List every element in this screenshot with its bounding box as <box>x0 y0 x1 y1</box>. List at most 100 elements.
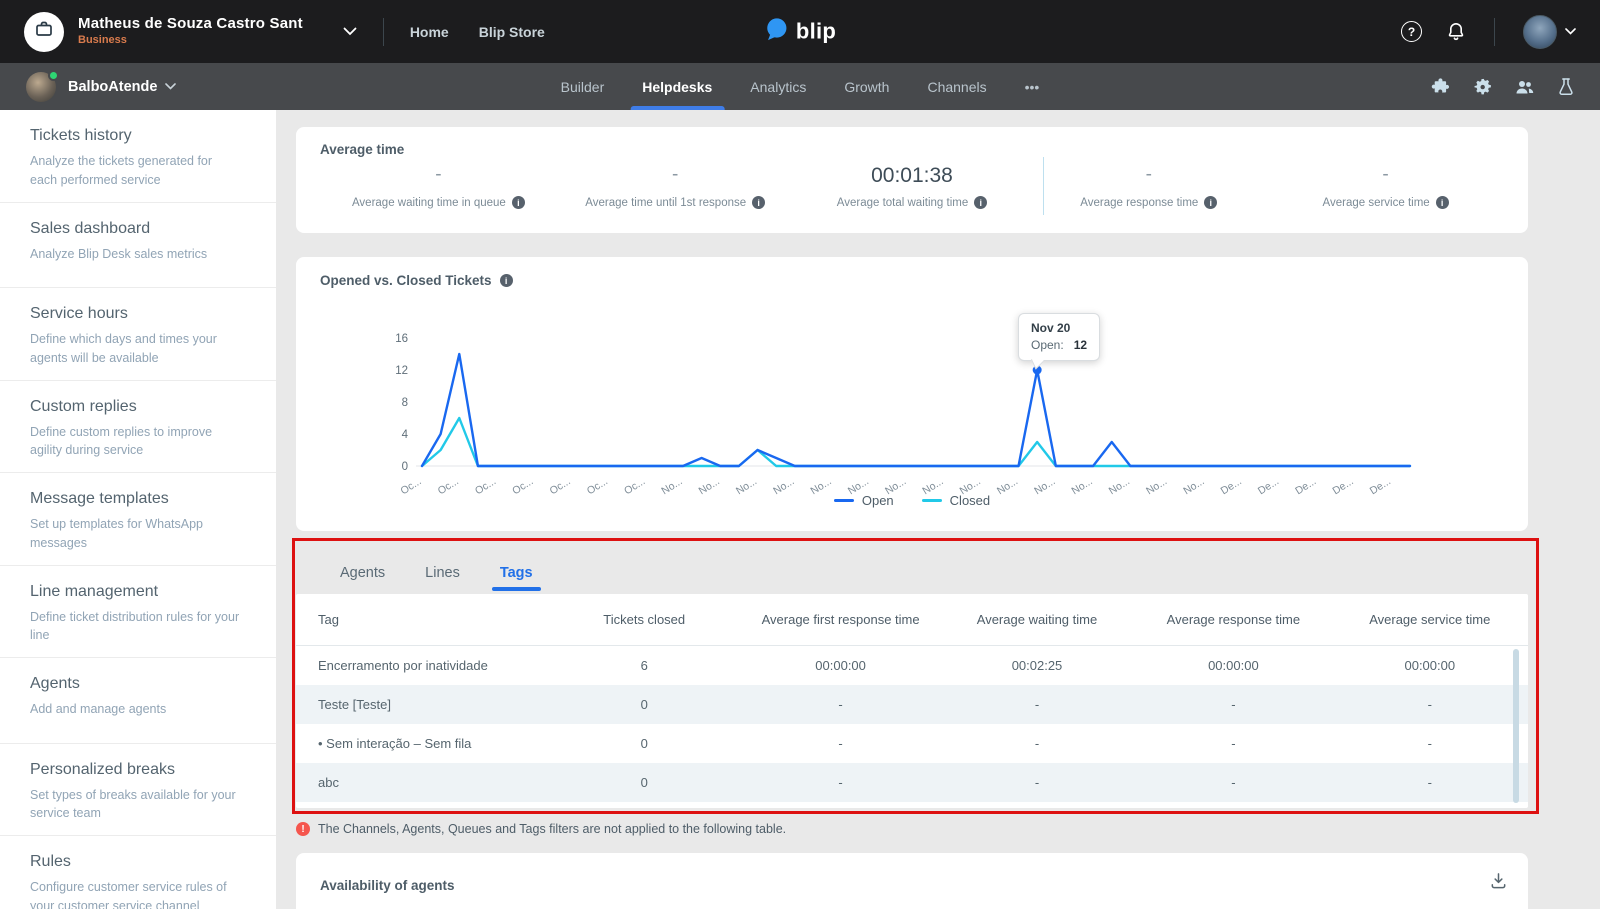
table-tab-agents[interactable]: Agents <box>340 552 385 594</box>
value-cell: - <box>742 697 938 712</box>
sidebar-item-rules[interactable]: RulesConfigure customer service rules of… <box>0 836 276 909</box>
sidebar-item-description: Analyze Blip Desk sales metrics <box>30 245 242 264</box>
sidebar-item-description: Set types of breaks available for your s… <box>30 786 242 824</box>
metric-value: - <box>557 164 794 196</box>
metric-label: Average total waiting timei <box>794 196 1031 209</box>
legend-item-open: Open <box>834 493 894 508</box>
tooltip-series-label: Open: <box>1031 338 1064 352</box>
table-row: • Sem interação – Sem fila0---- <box>296 724 1528 763</box>
info-icon[interactable]: i <box>1204 196 1217 209</box>
sidebar-item-title: Tickets history <box>30 127 246 145</box>
blip-logo: blip <box>764 16 836 47</box>
sidebar-item-tickets-history[interactable]: Tickets history Analyze the tickets gener… <box>0 110 276 203</box>
value-cell: - <box>939 697 1135 712</box>
metric-label-text: Average waiting time in queue <box>352 197 506 209</box>
svg-text:16: 16 <box>395 333 408 345</box>
value-cell: - <box>742 736 938 751</box>
value-cell: 6 <box>546 658 742 673</box>
bot-avatar[interactable] <box>26 72 56 102</box>
sidebar-item-agents[interactable]: AgentsAdd and manage agents <box>0 658 276 744</box>
metric-value: - <box>320 164 557 196</box>
user-chevron-down-icon <box>1565 28 1576 35</box>
table-tab-tags[interactable]: Tags <box>500 552 533 594</box>
sidebar-item-sales-dashboard[interactable]: Sales dashboardAnalyze Blip Desk sales m… <box>0 203 276 289</box>
sidebar-item-title: Custom replies <box>30 398 246 416</box>
value-cell: 0 <box>546 697 742 712</box>
svg-text:8: 8 <box>402 397 408 409</box>
tickets-table-tabs: Agents Lines Tags <box>296 552 1528 594</box>
help-icon[interactable]: ? <box>1401 21 1422 42</box>
plugin-puzzle-icon[interactable] <box>1431 77 1450 96</box>
legend-label: Closed <box>950 493 990 508</box>
value-cell: - <box>1135 697 1331 712</box>
tab-builder[interactable]: Builder <box>561 63 605 110</box>
sidebar-item-title: Line management <box>30 583 246 601</box>
bot-name[interactable]: BalboAtende <box>68 79 157 95</box>
table-row: abc0---- <box>296 763 1528 802</box>
metric-label: Average service time i <box>1267 196 1504 209</box>
tab-channels[interactable]: Channels <box>927 63 986 110</box>
sidebar-item-description: Define custom replies to improve agility… <box>30 423 242 461</box>
value-cell: - <box>1135 736 1331 751</box>
svg-text:0: 0 <box>402 461 408 473</box>
sidebar-item-title: Personalized breaks <box>30 761 246 779</box>
metric-label-text: Average service time <box>1323 197 1430 209</box>
table-row: Teste [Teste]0---- <box>296 685 1528 724</box>
table-tab-lines[interactable]: Lines <box>425 552 460 594</box>
tab-analytics[interactable]: Analytics <box>750 63 806 110</box>
tag-cell: Encerramento por inatividade <box>296 658 546 673</box>
lab-flask-icon[interactable] <box>1558 77 1574 96</box>
metric-value: 00:01:38 <box>794 164 1031 196</box>
tab-growth[interactable]: Growth <box>844 63 889 110</box>
legend-swatch <box>922 499 942 502</box>
account-type-badge: Business <box>78 34 303 48</box>
sidebar-item-service-hours[interactable]: Service hoursDefine which days and times… <box>0 288 276 381</box>
user-avatar <box>1523 15 1557 49</box>
bell-icon[interactable] <box>1446 21 1466 42</box>
sidebar-item-message-templates[interactable]: Message templatesSet up templates for Wh… <box>0 473 276 566</box>
user-menu[interactable] <box>1523 15 1576 49</box>
account-name: Matheus de Souza Castro Sant <box>78 15 303 34</box>
table-scrollbar[interactable] <box>1513 649 1519 803</box>
metrics-divider <box>1043 157 1044 215</box>
topbar-link-home[interactable]: Home <box>410 24 449 40</box>
sidebar-item-title: Agents <box>30 675 246 693</box>
info-icon[interactable]: i <box>752 196 765 209</box>
metric-value: - <box>1267 164 1504 196</box>
topbar-link-blip-store[interactable]: Blip Store <box>479 24 545 40</box>
legend-swatch <box>834 499 854 502</box>
sidebar-item-personalized-breaks[interactable]: Personalized breaks Set types of breaks a… <box>0 744 276 837</box>
value-cell: - <box>742 775 938 790</box>
chart-legend: Open Closed <box>296 493 1528 508</box>
sidebar-item-custom-replies[interactable]: Custom replies Define custom replies to i… <box>0 381 276 474</box>
metric-label-text: Average response time <box>1080 197 1198 209</box>
account-chevron-down-icon[interactable] <box>343 27 357 36</box>
users-icon[interactable] <box>1515 78 1535 96</box>
download-icon[interactable] <box>1489 871 1508 895</box>
tag-cell: • Sem interação – Sem fila <box>296 736 546 751</box>
value-cell: 0 <box>546 736 742 751</box>
average-time-metrics: -Average waiting time in queuei-Average … <box>320 164 1504 209</box>
tooltip-date: Nov 20 <box>1031 321 1087 335</box>
sidebar-item-line-management[interactable]: Line management Define ticket distributio… <box>0 566 276 659</box>
settings-gear-icon[interactable] <box>1473 77 1492 96</box>
filters-warning: ! The Channels, Agents, Queues and Tags … <box>296 822 1600 836</box>
value-cell: - <box>1332 697 1528 712</box>
info-icon[interactable]: i <box>512 196 525 209</box>
svg-text:4: 4 <box>402 429 409 441</box>
main-content: Average time -Average waiting time in qu… <box>276 110 1600 909</box>
info-icon[interactable]: i <box>1436 196 1449 209</box>
sidebar-item-description: Analyze the tickets generated for each p… <box>30 152 242 190</box>
briefcase-icon <box>34 19 54 44</box>
value-cell: 0 <box>546 775 742 790</box>
metric-average-waiting-time-in-queue: -Average waiting time in queue i <box>320 164 557 209</box>
topbar-divider <box>383 18 384 46</box>
bot-chevron-down-icon[interactable] <box>165 83 176 90</box>
value-cell: 00:02:25 <box>939 658 1135 673</box>
tab-more-menu[interactable]: ••• <box>1025 63 1040 110</box>
organization-badge[interactable] <box>24 12 64 52</box>
average-time-title: Average time <box>320 142 1504 157</box>
info-icon[interactable]: i <box>974 196 987 209</box>
sidebar-item-description: Define ticket distribution rules for you… <box>30 608 242 646</box>
tab-helpdesks[interactable]: Helpdesks <box>642 63 712 110</box>
